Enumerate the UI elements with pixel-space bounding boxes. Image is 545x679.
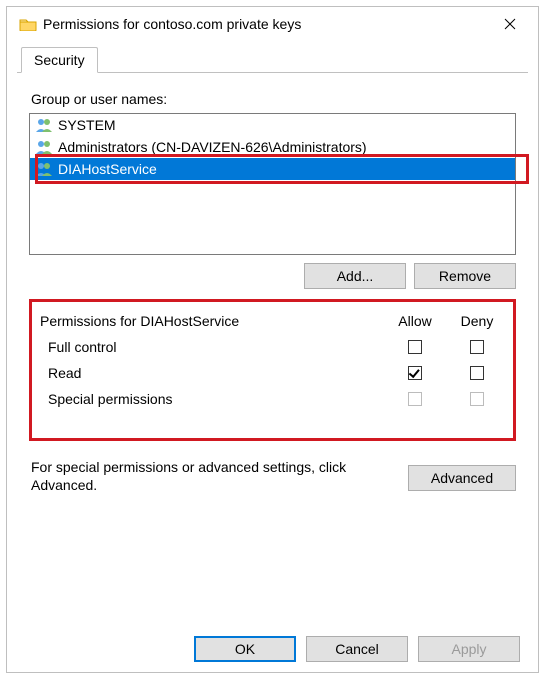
ok-button[interactable]: OK: [194, 636, 296, 662]
perm-row-full-control: Full control: [40, 334, 505, 360]
advanced-button[interactable]: Advanced: [408, 465, 516, 491]
allow-header: Allow: [381, 313, 449, 329]
cancel-button[interactable]: Cancel: [306, 636, 408, 662]
user-label: DIAHostService: [58, 161, 157, 177]
remove-button[interactable]: Remove: [414, 263, 516, 289]
user-row-diahostservice[interactable]: DIAHostService: [30, 158, 515, 180]
allow-checkbox: [408, 392, 422, 406]
user-label: SYSTEM: [58, 117, 116, 133]
allow-checkbox[interactable]: [408, 366, 422, 380]
add-button[interactable]: Add...: [304, 263, 406, 289]
deny-checkbox[interactable]: [470, 366, 484, 380]
tab-security[interactable]: Security: [21, 47, 98, 73]
permissions-header: Permissions for DIAHostService Allow Den…: [40, 308, 505, 334]
user-row-administrators[interactable]: Administrators (CN-DAVIZEN-626\Administr…: [30, 136, 515, 158]
window-title: Permissions for contoso.com private keys: [43, 16, 488, 32]
perm-row-special: Special permissions: [40, 386, 505, 412]
user-list[interactable]: SYSTEM Administrators (CN-DAVIZEN-626\Ad…: [29, 113, 516, 255]
tabstrip: Security: [7, 41, 538, 73]
deny-checkbox: [470, 392, 484, 406]
group-icon: [34, 116, 54, 134]
group-icon: [34, 160, 54, 178]
perm-label: Special permissions: [40, 391, 381, 407]
deny-checkbox[interactable]: [470, 340, 484, 354]
advanced-hint: For special permissions or advanced sett…: [31, 459, 398, 494]
perm-label: Full control: [40, 339, 381, 355]
permissions-box: Permissions for DIAHostService Allow Den…: [29, 299, 516, 441]
group-icon: [34, 138, 54, 156]
apply-button: Apply: [418, 636, 520, 662]
folder-icon: [19, 17, 37, 31]
perm-label: Read: [40, 365, 381, 381]
dialog-buttons: OK Cancel Apply: [194, 636, 520, 662]
titlebar: Permissions for contoso.com private keys: [7, 7, 538, 41]
perm-row-read: Read: [40, 360, 505, 386]
dialog-window: Permissions for contoso.com private keys…: [6, 6, 539, 673]
user-row-system[interactable]: SYSTEM: [30, 114, 515, 136]
group-or-user-names-label: Group or user names:: [31, 91, 516, 107]
close-button[interactable]: [488, 9, 532, 39]
deny-header: Deny: [449, 313, 505, 329]
permissions-for-label: Permissions for DIAHostService: [40, 313, 381, 329]
allow-checkbox[interactable]: [408, 340, 422, 354]
user-label: Administrators (CN-DAVIZEN-626\Administr…: [58, 139, 367, 155]
